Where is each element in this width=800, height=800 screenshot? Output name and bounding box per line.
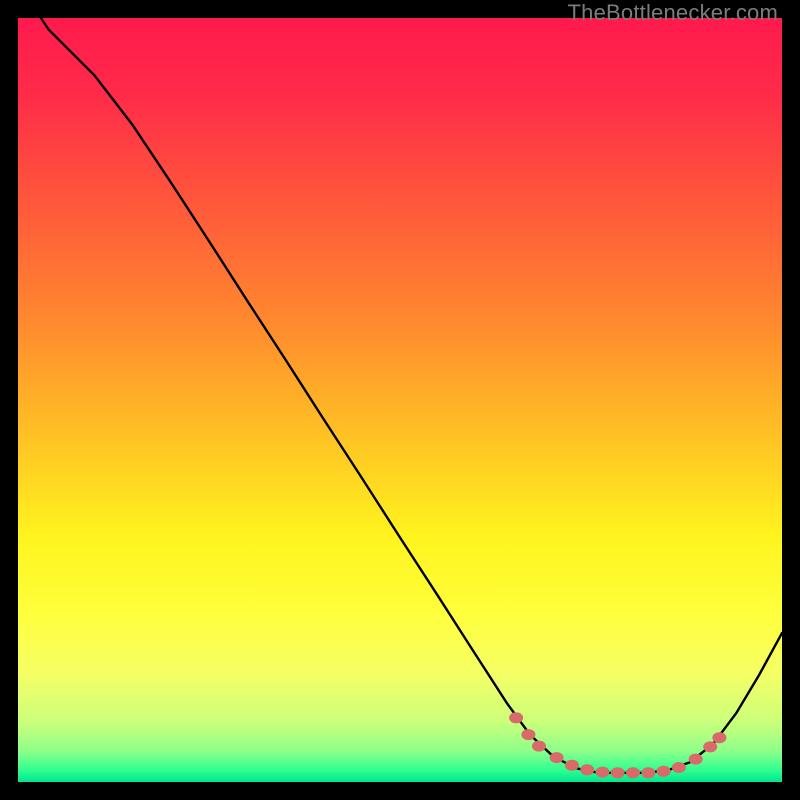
marker-dot (626, 767, 640, 778)
watermark-text: TheBottlenecker.com (568, 0, 778, 26)
bottleneck-chart (18, 18, 782, 782)
marker-dot (521, 729, 535, 740)
marker-dot (580, 764, 594, 775)
marker-dot (641, 767, 655, 778)
chart-frame (18, 18, 782, 782)
marker-dot (550, 752, 564, 763)
marker-dot (689, 754, 703, 765)
marker-dot (596, 767, 610, 778)
marker-dot (657, 766, 671, 777)
marker-dot (703, 741, 717, 752)
marker-dot (509, 712, 523, 723)
marker-dot (712, 732, 726, 743)
marker-dot (565, 760, 579, 771)
heat-gradient-background (18, 18, 782, 782)
marker-dot (672, 762, 686, 773)
marker-dot (532, 741, 546, 752)
marker-dot (611, 767, 625, 778)
